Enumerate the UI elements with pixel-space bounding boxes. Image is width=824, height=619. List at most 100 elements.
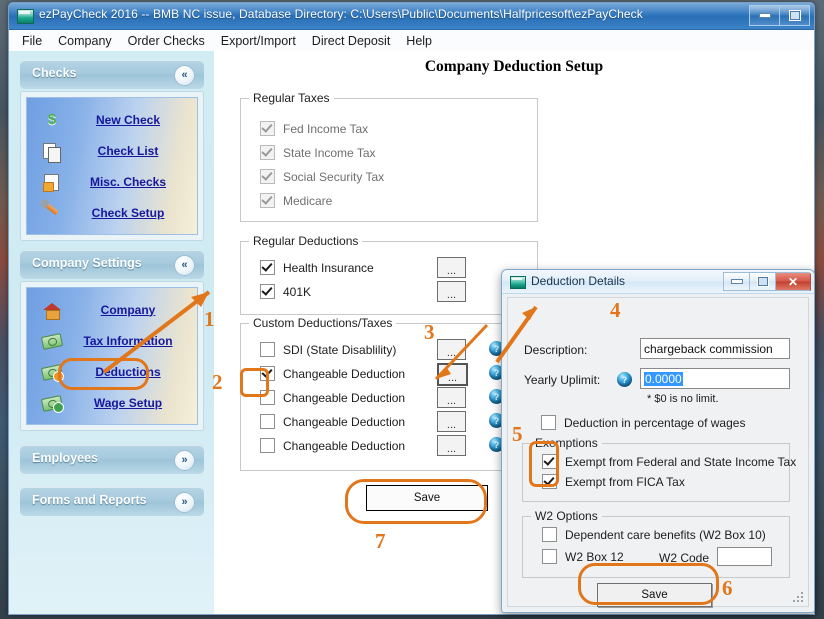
menu-item-company[interactable]: Company	[52, 32, 122, 50]
regular-deduction-row-401k[interactable]: 401K	[260, 284, 311, 299]
regular-deductions-group: Regular Deductions Health Insurance ... …	[240, 234, 538, 315]
sidebar-item-label: Misc. Checks	[89, 174, 167, 189]
checkbox-w2-box-12[interactable]	[542, 549, 557, 564]
checkbox-label: 401K	[283, 284, 312, 299]
checkbox-label: W2 Box 12	[565, 549, 624, 564]
menu-item-direct-deposit[interactable]: Direct Deposit	[306, 32, 401, 50]
percentage-of-wages-row[interactable]: Deduction in percentage of wages	[541, 415, 745, 430]
yearly-uplimit-value: 0.0000	[644, 371, 683, 386]
w2-code-field[interactable]	[717, 547, 772, 566]
regular-deduction-row-health-insurance[interactable]: Health Insurance	[260, 260, 374, 275]
custom-deduction-row-5-dots-button[interactable]: ...	[437, 435, 466, 456]
house-icon	[41, 300, 63, 320]
sidebar-group-header-company-settings[interactable]: Company Settings «	[20, 250, 204, 279]
window-title: ezPayCheck 2016 -- BMB NC issue, Databas…	[39, 7, 643, 21]
sidebar-item-company[interactable]: Company	[27, 294, 197, 325]
health-insurance-dots-button[interactable]: ...	[437, 257, 466, 278]
checkbox-label: Health Insurance	[283, 260, 374, 275]
sidebar-group-forms-and-reports: Forms and Reports »	[20, 487, 204, 516]
description-field[interactable]: chargeback commission	[640, 338, 790, 359]
checkbox-label: Deduction in percentage of wages	[564, 415, 746, 430]
app-icon	[17, 9, 34, 24]
checkbox-401k[interactable]	[260, 284, 275, 299]
checkbox-label: Changeable Deduction	[283, 366, 406, 381]
checkbox-dependent-care-benefits[interactable]	[542, 527, 557, 542]
chevron-down-icon[interactable]: »	[174, 492, 195, 513]
minimize-button[interactable]	[749, 5, 779, 26]
sidebar-group-title: Forms and Reports	[32, 493, 147, 507]
sidebar-item-wage-setup[interactable]: Wage Setup	[27, 387, 197, 418]
dialog-restore-button[interactable]	[749, 272, 775, 291]
yearly-uplimit-field[interactable]: 0.0000	[640, 368, 790, 389]
sidebar-group-header-employees[interactable]: Employees »	[20, 445, 204, 474]
401k-dots-button[interactable]: ...	[437, 281, 466, 302]
menu-item-export-import[interactable]: Export/Import	[215, 32, 306, 50]
annotation-ring-exemptions	[529, 441, 559, 487]
sidebar-group-header-checks[interactable]: Checks «	[20, 60, 204, 89]
menu-item-order-checks[interactable]: Order Checks	[122, 32, 215, 50]
annotation-number-4: 4	[610, 298, 621, 322]
checkbox-deduction-in-percentage-of-wages[interactable]	[541, 415, 556, 430]
resize-grip[interactable]	[793, 592, 805, 604]
checkbox-label: Exempt from Federal and State Income Tax	[565, 454, 797, 469]
menu-bar: File Company Order Checks Export/Import …	[9, 30, 814, 52]
exemption-row-fica[interactable]: Exempt from FICA Tax	[542, 474, 685, 489]
restore-button[interactable]	[779, 5, 810, 26]
custom-deduction-row-1[interactable]: SDI (State Disablility)	[260, 342, 396, 357]
exemptions-group: Exemptions Exempt from Federal and State…	[522, 436, 796, 502]
sidebar-group-checks: Checks « $ New Check Check List Misc. Ch…	[20, 60, 204, 241]
window-controls	[749, 5, 810, 26]
custom-deduction-row-1-dots-button[interactable]: ...	[437, 339, 466, 360]
custom-deduction-row-5-checkbox[interactable]	[260, 438, 275, 453]
menu-item-help[interactable]: Help	[400, 32, 442, 50]
chevron-up-icon[interactable]: «	[174, 65, 195, 86]
checkbox-health-insurance[interactable]	[260, 260, 275, 275]
custom-deduction-row-2[interactable]: Changeable Deduction	[260, 366, 405, 381]
checkbox-label: SDI (State Disablility)	[283, 342, 397, 357]
dialog-title: Deduction Details	[531, 274, 626, 288]
checkbox-state-income-tax	[260, 145, 275, 160]
sidebar-item-new-check[interactable]: $ New Check	[27, 104, 197, 135]
sidebar-item-check-list[interactable]: Check List	[27, 135, 197, 166]
description-label: Description:	[524, 343, 588, 357]
checkbox-social-security-tax	[260, 169, 275, 184]
custom-deduction-row-4-dots-button[interactable]: ...	[437, 411, 466, 432]
sidebar-group-title: Checks	[32, 66, 77, 80]
custom-deduction-row-3[interactable]: Changeable Deduction	[260, 390, 405, 405]
custom-deductions-group: Custom Deductions/Taxes SDI (State Disab…	[240, 316, 538, 471]
sidebar-item-misc-checks[interactable]: Misc. Checks	[27, 166, 197, 197]
checkbox-label: Changeable Deduction	[283, 390, 406, 405]
chevron-up-icon[interactable]: «	[174, 255, 195, 276]
dialog-close-button[interactable]: ✕	[775, 272, 811, 291]
custom-deduction-row-4[interactable]: Changeable Deduction	[260, 414, 405, 429]
money-icon	[40, 331, 64, 351]
sidebar-group-header-forms-and-reports[interactable]: Forms and Reports »	[20, 487, 204, 516]
sidebar-group-company-settings: Company Settings « Company Tax Informati…	[20, 250, 204, 431]
custom-deduction-row-4-checkbox[interactable]	[260, 414, 275, 429]
help-icon[interactable]: ?	[617, 372, 632, 387]
custom-deduction-row-2-dots-button[interactable]: ...	[437, 363, 468, 386]
annotation-number-6: 6	[722, 576, 733, 600]
custom-deduction-row-3-dots-button[interactable]: ...	[437, 387, 466, 408]
annotation-ring-deductions	[58, 358, 149, 390]
w2-row-dependent-care[interactable]: Dependent care benefits (W2 Box 10)	[542, 527, 766, 542]
checkbox-sdi-state-disability[interactable]	[260, 342, 275, 357]
annotation-number-3: 3	[424, 320, 435, 344]
yearly-uplimit-label: Yearly Uplimit:	[524, 373, 601, 387]
dialog-minimize-button[interactable]	[723, 272, 749, 291]
page-title: Company Deduction Setup	[424, 58, 604, 75]
checkbox-label: State Income Tax	[283, 145, 376, 160]
exemption-row-federal-state[interactable]: Exempt from Federal and State Income Tax	[542, 454, 796, 469]
sidebar-item-check-setup[interactable]: Check Setup	[27, 197, 197, 228]
main-title-bar: ezPayCheck 2016 -- BMB NC issue, Databas…	[9, 3, 814, 30]
custom-deductions-legend: Custom Deductions/Taxes	[249, 316, 397, 330]
w2-row-box-12[interactable]: W2 Box 12	[542, 549, 624, 564]
custom-deduction-row-5[interactable]: Changeable Deduction	[260, 438, 405, 453]
chevron-down-icon[interactable]: »	[174, 450, 195, 471]
regular-taxes-legend: Regular Taxes	[249, 91, 334, 105]
checkbox-label: Medicare	[283, 193, 333, 208]
checkbox-label: Dependent care benefits (W2 Box 10)	[565, 527, 766, 542]
menu-item-file[interactable]: File	[16, 32, 52, 50]
sidebar-item-tax-information[interactable]: Tax Information	[27, 325, 197, 356]
dollar-icon: $	[47, 110, 57, 128]
